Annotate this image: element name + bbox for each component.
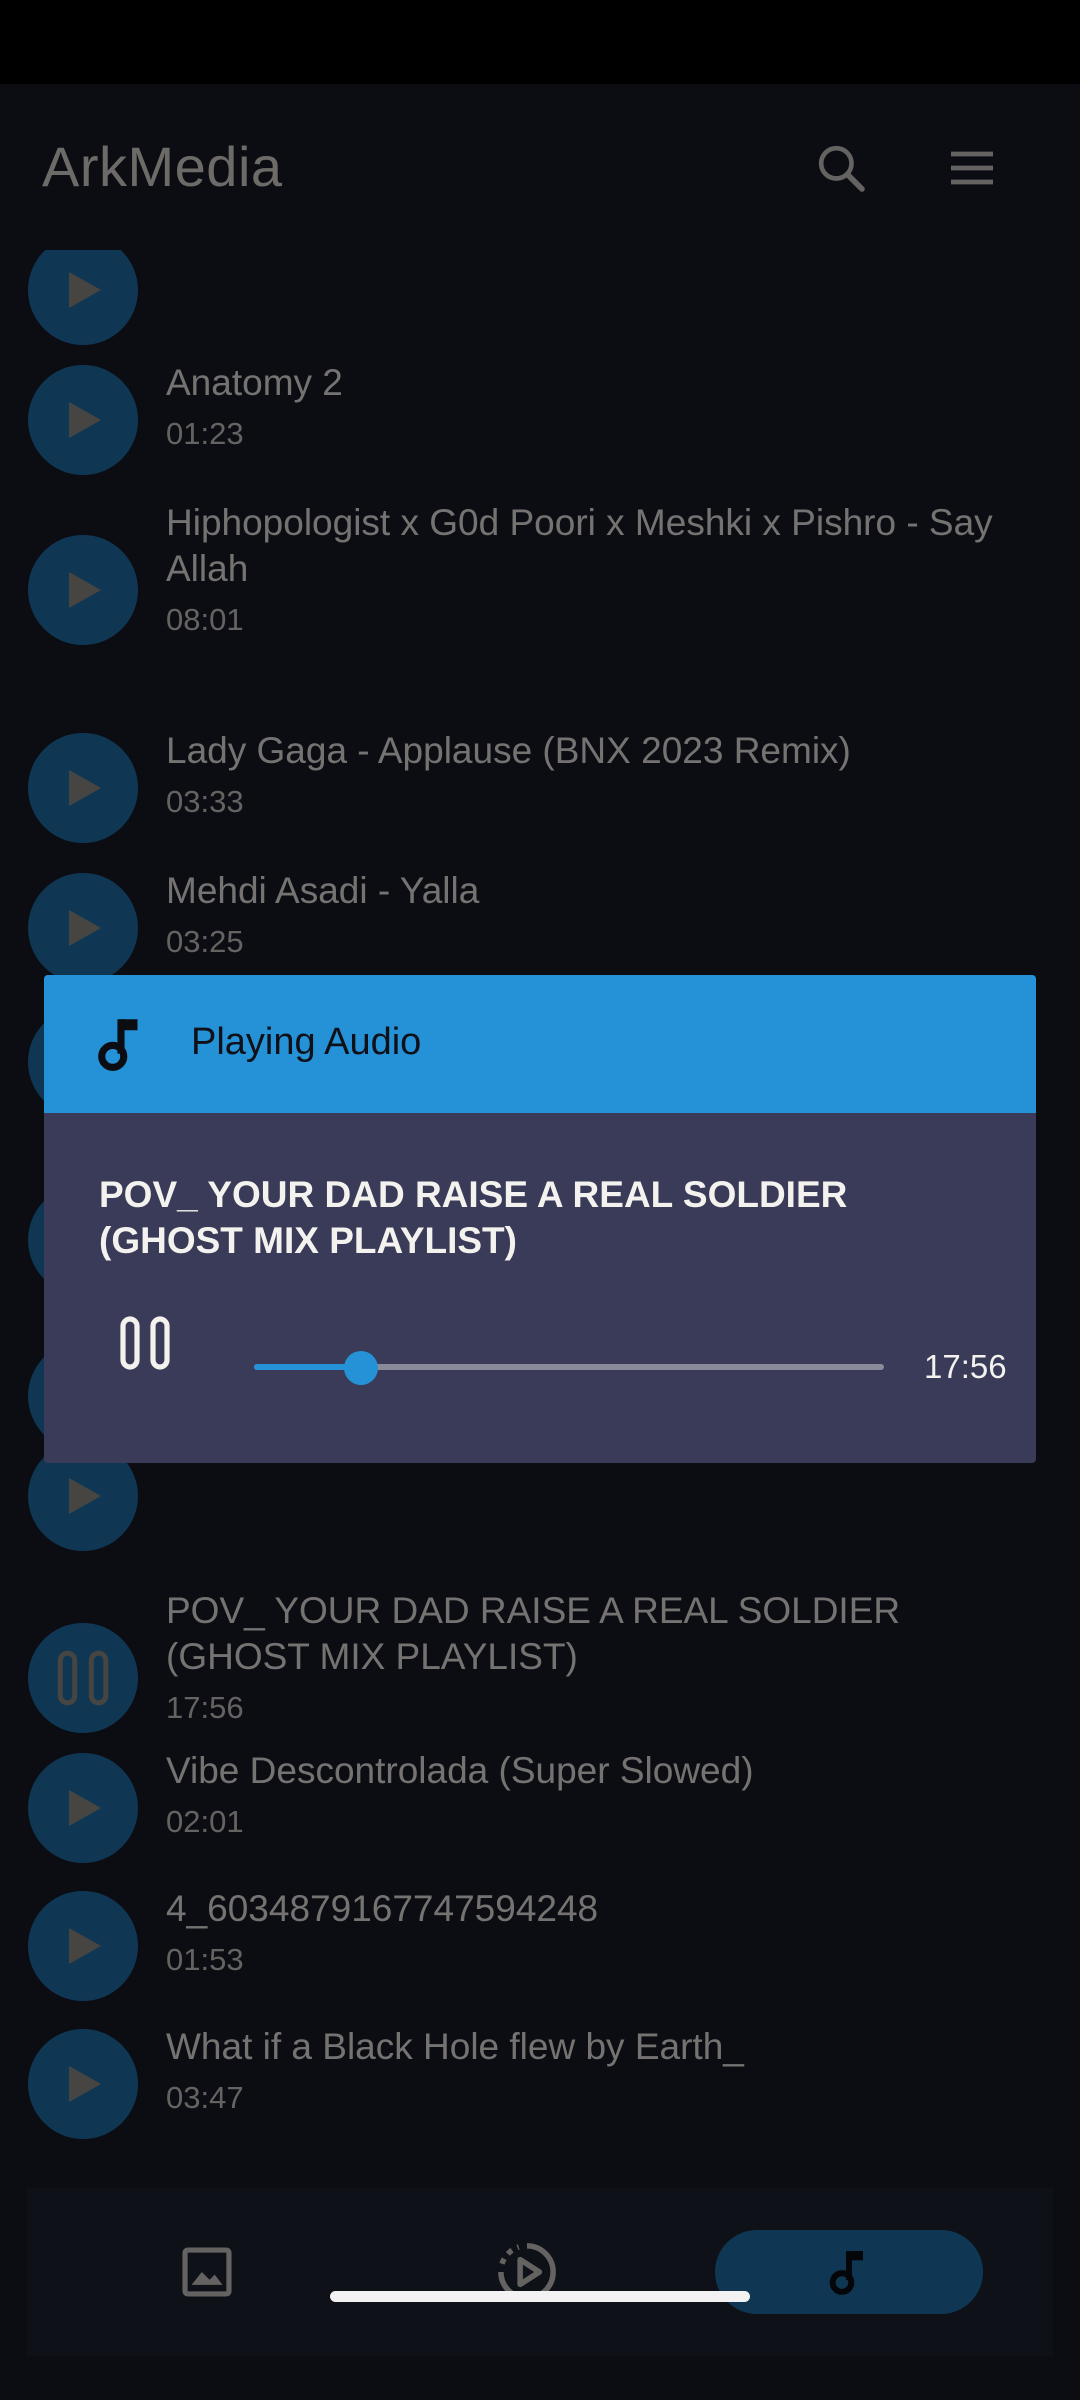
dialog-title: Playing Audio xyxy=(191,1021,422,1063)
music-note-icon xyxy=(98,1019,138,1071)
track-time: 17:56 xyxy=(924,1348,1007,1385)
seek-bar-thumb[interactable] xyxy=(344,1351,379,1385)
now-playing-title: POV_ YOUR DAD RAISE A REAL SOLDIER (GHOS… xyxy=(99,1174,848,1261)
dialog-header: Playing Audio xyxy=(44,975,1036,1113)
home-indicator xyxy=(330,2291,750,2302)
pause-icon xyxy=(120,1316,170,1370)
pause-button[interactable] xyxy=(110,1308,180,1378)
now-playing-dialog: Playing Audio POV_ YOUR DAD RAISE A REAL… xyxy=(44,975,1036,1463)
